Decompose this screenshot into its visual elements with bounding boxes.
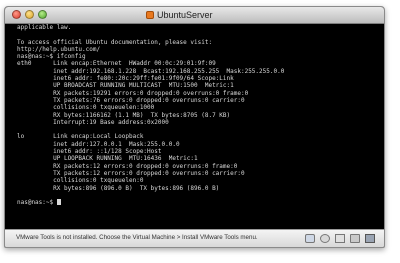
terminal-line: nas@nas:~$ ifconfig [17,53,86,61]
vm-window: UbuntuServer applicable law. To access o… [4,6,385,248]
cd-drive-icon[interactable] [320,234,330,243]
minimize-button[interactable] [25,10,34,19]
terminal-line: inet addr:127.0.0.1 Mask:255.0.0.0 [17,140,180,148]
terminal-line: eth0 Link encap:Ethernet HWaddr 00:0c:29… [17,60,216,68]
window-title: UbuntuServer [157,10,213,20]
terminal-line: inet addr:192.168.1.228 Bcast:192.168.25… [17,67,285,75]
close-button[interactable] [12,10,21,19]
usb-icon[interactable] [365,234,375,243]
terminal-line: inet6 addr: fe80::20c:29ff:fe01:9f09/64 … [17,75,234,83]
network-icon[interactable] [350,234,360,243]
terminal-line: inet6 addr: ::1/128 Scope:Host [17,148,162,156]
terminal-line: RX bytes:1166162 (1.1 MB) TX bytes:8705 … [17,111,231,119]
terminal-line: RX packets:12 errors:0 dropped:0 overrun… [17,162,238,170]
title-bar[interactable]: UbuntuServer [5,7,384,24]
floppy-icon[interactable] [335,234,345,243]
prompt-text: nas@nas:~$ [17,199,57,207]
terminal-line: To access official Ubuntu documentation,… [17,38,213,46]
terminal-line: collisions:0 txqueuelen:0 [17,177,144,185]
terminal-line: UP BROADCAST RUNNING MULTICAST MTU:1500 … [17,82,234,90]
status-bar: VMware Tools is not installed. Choose th… [5,229,384,247]
terminal-line: RX bytes:896 (896.0 B) TX bytes:896 (896… [17,184,220,192]
terminal-line: TX packets:76 errors:0 dropped:0 overrun… [17,96,245,104]
terminal-line: collisions:0 txqueuelen:1000 [17,104,155,112]
terminal-line: Interrupt:19 Base address:0x2000 [17,118,169,126]
terminal-console[interactable]: applicable law. To access official Ubunt… [5,24,384,229]
terminal-line: applicable law. [17,24,72,31]
terminal-line: http://help.ubuntu.com/ [17,45,101,53]
terminal-line: lo Link encap:Local Loopback [17,133,144,141]
prompt-line[interactable]: nas@nas:~$ [17,199,384,206]
terminal-line: TX packets:12 errors:0 dropped:0 overrun… [17,169,245,177]
zoom-button[interactable] [38,10,47,19]
terminal-line: RX packets:19291 errors:0 dropped:0 over… [17,89,249,97]
vm-icon [146,11,154,19]
text-cursor [56,199,61,206]
vmware-tools-message: VMware Tools is not installed. Choose th… [16,234,258,241]
hard-disk-icon[interactable] [305,234,315,243]
terminal-line: UP LOOPBACK RUNNING MTU:16436 Metric:1 [17,155,198,163]
